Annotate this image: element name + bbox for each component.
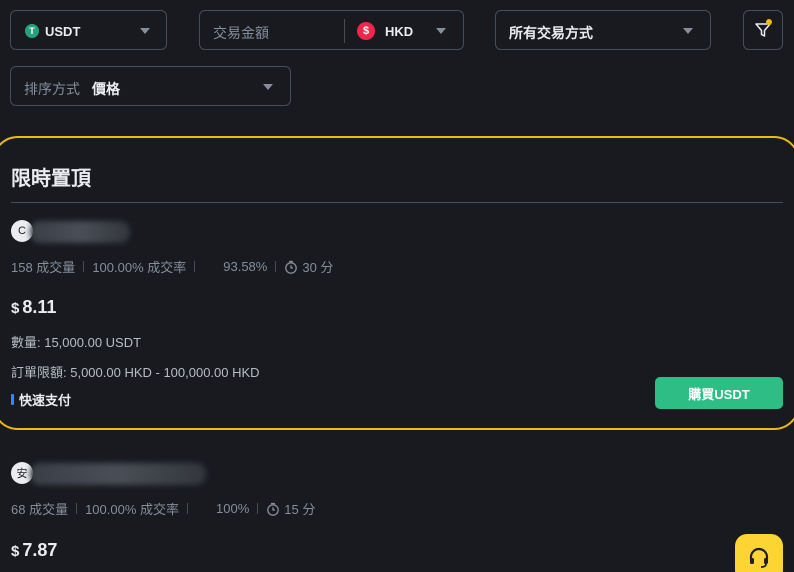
clock-icon [266,502,280,516]
payment-method-select-label: 所有交易方式 [509,25,593,41]
advertiser-name-blurred[interactable] [30,463,206,485]
filter-button[interactable] [743,10,783,50]
promoted-section-title: 限時置頂 [11,168,91,190]
chevron-down-icon [683,28,693,34]
pay-time-limit: 30 分 [302,260,334,275]
headset-icon [749,547,769,568]
chevron-down-icon [140,28,150,34]
filter-active-dot [766,19,772,25]
completion-rate: 100.00% 成交率 [92,260,187,275]
sort-select-value: 價格 [92,81,120,97]
chevron-down-icon [263,84,273,90]
divider [76,503,78,514]
completion-rate: 100.00% 成交率 [85,502,180,517]
payment-method-label: 快速支付 [19,393,72,408]
divider [275,261,277,272]
divider [257,503,259,514]
divider [344,19,345,43]
pay-time-limit: 15 分 [284,502,316,517]
clock-icon [284,260,298,274]
divider [11,202,783,203]
divider [83,261,85,272]
order-count: 158 成交量 [11,260,76,275]
currency-symbol: $ [11,300,20,317]
sort-select-label: 排序方式 [24,81,80,97]
sort-select[interactable]: 排序方式 價格 [10,66,291,106]
amount-field[interactable]: 交易金額 $ HKD [199,10,464,50]
price: $ 8.11 [11,297,56,318]
payment-method-marker [11,394,14,405]
rating: 93.58% [223,259,268,274]
payment-method-tag: 快速支付 [11,390,71,409]
coin-select-label: USDT [45,24,81,39]
divider [187,503,189,514]
currency-select-label[interactable]: HKD [385,24,413,39]
amount-input[interactable]: 交易金額 [213,23,269,43]
advertiser-stats: 158 成交量 100.00% 成交率 93.58% 30 分 [11,257,333,276]
order-limits: 訂單限額: 5,000.00 HKD - 100,000.00 HKD [11,365,260,380]
chevron-down-icon[interactable] [436,28,446,34]
price: $ 7.87 [11,540,57,561]
advertiser-name-blurred[interactable] [30,221,130,243]
customer-support-button[interactable] [735,534,783,572]
rating: 100% [216,501,250,516]
tether-icon: T [25,24,39,38]
divider [194,261,196,272]
available-quantity: 數量: 15,000.00 USDT [11,335,142,350]
coin-select[interactable]: T USDT [10,10,167,50]
currency-symbol: $ [11,543,20,560]
price-value: 7.87 [22,540,58,560]
payment-method-select[interactable]: 所有交易方式 [495,10,711,50]
order-count: 68 成交量 [11,502,69,517]
price-value: 8.11 [22,297,57,317]
advertiser-stats: 68 成交量 100.00% 成交率 100% 15 分 [11,499,315,518]
hkd-currency-icon: $ [357,22,375,40]
buy-usdt-button[interactable]: 購買USDT [655,377,783,409]
